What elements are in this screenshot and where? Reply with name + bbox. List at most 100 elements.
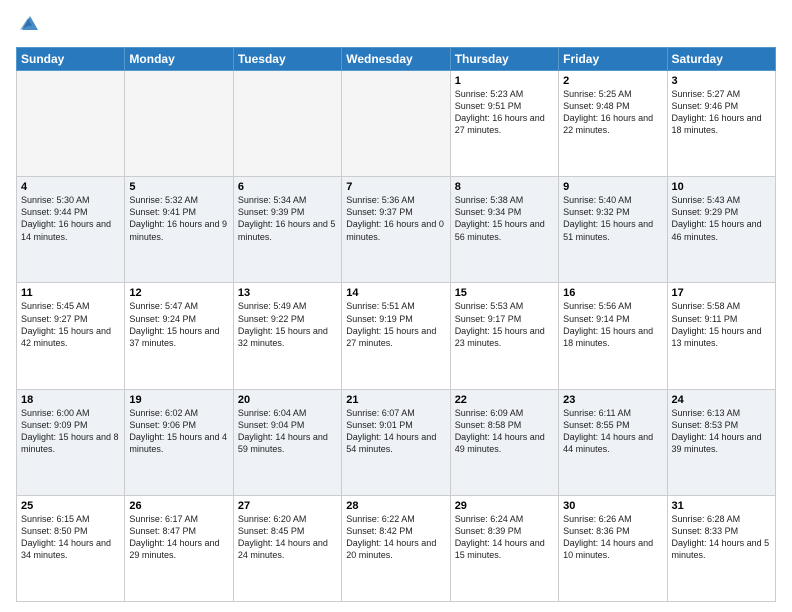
week-row-4: 18Sunrise: 6:00 AMSunset: 9:09 PMDayligh… xyxy=(17,389,776,495)
day-info: Sunrise: 5:53 AMSunset: 9:17 PMDaylight:… xyxy=(455,300,554,349)
day-info: Sunrise: 6:17 AMSunset: 8:47 PMDaylight:… xyxy=(129,513,228,562)
weekday-header-sunday: Sunday xyxy=(17,48,125,71)
day-info: Sunrise: 5:40 AMSunset: 9:32 PMDaylight:… xyxy=(563,194,662,243)
day-number: 13 xyxy=(238,287,337,299)
logo xyxy=(16,12,42,39)
day-info: Sunrise: 5:30 AMSunset: 9:44 PMDaylight:… xyxy=(21,194,120,243)
day-info: Sunrise: 6:13 AMSunset: 8:53 PMDaylight:… xyxy=(672,407,771,456)
day-cell-20: 20Sunrise: 6:04 AMSunset: 9:04 PMDayligh… xyxy=(233,389,341,495)
empty-cell xyxy=(17,71,125,177)
day-info: Sunrise: 6:26 AMSunset: 8:36 PMDaylight:… xyxy=(563,513,662,562)
day-number: 23 xyxy=(563,394,662,406)
day-info: Sunrise: 5:45 AMSunset: 9:27 PMDaylight:… xyxy=(21,300,120,349)
calendar-table: SundayMondayTuesdayWednesdayThursdayFrid… xyxy=(16,47,776,602)
day-number: 2 xyxy=(563,75,662,87)
day-cell-31: 31Sunrise: 6:28 AMSunset: 8:33 PMDayligh… xyxy=(667,495,775,601)
weekday-header-row: SundayMondayTuesdayWednesdayThursdayFrid… xyxy=(17,48,776,71)
day-number: 3 xyxy=(672,75,771,87)
day-cell-18: 18Sunrise: 6:00 AMSunset: 9:09 PMDayligh… xyxy=(17,389,125,495)
day-number: 19 xyxy=(129,394,228,406)
day-cell-3: 3Sunrise: 5:27 AMSunset: 9:46 PMDaylight… xyxy=(667,71,775,177)
day-cell-17: 17Sunrise: 5:58 AMSunset: 9:11 PMDayligh… xyxy=(667,283,775,389)
day-info: Sunrise: 6:11 AMSunset: 8:55 PMDaylight:… xyxy=(563,407,662,456)
day-cell-19: 19Sunrise: 6:02 AMSunset: 9:06 PMDayligh… xyxy=(125,389,233,495)
day-number: 26 xyxy=(129,500,228,512)
day-info: Sunrise: 6:09 AMSunset: 8:58 PMDaylight:… xyxy=(455,407,554,456)
day-info: Sunrise: 6:00 AMSunset: 9:09 PMDaylight:… xyxy=(21,407,120,456)
day-info: Sunrise: 5:32 AMSunset: 9:41 PMDaylight:… xyxy=(129,194,228,243)
day-number: 14 xyxy=(346,287,445,299)
day-cell-15: 15Sunrise: 5:53 AMSunset: 9:17 PMDayligh… xyxy=(450,283,558,389)
day-number: 4 xyxy=(21,181,120,193)
day-cell-30: 30Sunrise: 6:26 AMSunset: 8:36 PMDayligh… xyxy=(559,495,667,601)
day-info: Sunrise: 5:25 AMSunset: 9:48 PMDaylight:… xyxy=(563,88,662,137)
weekday-header-wednesday: Wednesday xyxy=(342,48,450,71)
day-number: 11 xyxy=(21,287,120,299)
day-number: 24 xyxy=(672,394,771,406)
weekday-header-friday: Friday xyxy=(559,48,667,71)
day-cell-26: 26Sunrise: 6:17 AMSunset: 8:47 PMDayligh… xyxy=(125,495,233,601)
day-number: 27 xyxy=(238,500,337,512)
day-cell-1: 1Sunrise: 5:23 AMSunset: 9:51 PMDaylight… xyxy=(450,71,558,177)
day-info: Sunrise: 6:24 AMSunset: 8:39 PMDaylight:… xyxy=(455,513,554,562)
day-cell-29: 29Sunrise: 6:24 AMSunset: 8:39 PMDayligh… xyxy=(450,495,558,601)
day-cell-7: 7Sunrise: 5:36 AMSunset: 9:37 PMDaylight… xyxy=(342,177,450,283)
weekday-header-monday: Monday xyxy=(125,48,233,71)
week-row-2: 4Sunrise: 5:30 AMSunset: 9:44 PMDaylight… xyxy=(17,177,776,283)
day-cell-21: 21Sunrise: 6:07 AMSunset: 9:01 PMDayligh… xyxy=(342,389,450,495)
day-cell-6: 6Sunrise: 5:34 AMSunset: 9:39 PMDaylight… xyxy=(233,177,341,283)
day-info: Sunrise: 5:47 AMSunset: 9:24 PMDaylight:… xyxy=(129,300,228,349)
day-number: 16 xyxy=(563,287,662,299)
week-row-3: 11Sunrise: 5:45 AMSunset: 9:27 PMDayligh… xyxy=(17,283,776,389)
page: SundayMondayTuesdayWednesdayThursdayFrid… xyxy=(0,0,792,612)
day-info: Sunrise: 5:23 AMSunset: 9:51 PMDaylight:… xyxy=(455,88,554,137)
day-cell-5: 5Sunrise: 5:32 AMSunset: 9:41 PMDaylight… xyxy=(125,177,233,283)
day-number: 28 xyxy=(346,500,445,512)
day-cell-23: 23Sunrise: 6:11 AMSunset: 8:55 PMDayligh… xyxy=(559,389,667,495)
day-number: 30 xyxy=(563,500,662,512)
day-info: Sunrise: 5:27 AMSunset: 9:46 PMDaylight:… xyxy=(672,88,771,137)
day-number: 1 xyxy=(455,75,554,87)
day-info: Sunrise: 6:22 AMSunset: 8:42 PMDaylight:… xyxy=(346,513,445,562)
day-info: Sunrise: 6:02 AMSunset: 9:06 PMDaylight:… xyxy=(129,407,228,456)
day-info: Sunrise: 6:04 AMSunset: 9:04 PMDaylight:… xyxy=(238,407,337,456)
day-number: 8 xyxy=(455,181,554,193)
empty-cell xyxy=(233,71,341,177)
week-row-1: 1Sunrise: 5:23 AMSunset: 9:51 PMDaylight… xyxy=(17,71,776,177)
day-cell-8: 8Sunrise: 5:38 AMSunset: 9:34 PMDaylight… xyxy=(450,177,558,283)
day-info: Sunrise: 5:38 AMSunset: 9:34 PMDaylight:… xyxy=(455,194,554,243)
header xyxy=(16,12,776,39)
day-number: 21 xyxy=(346,394,445,406)
day-info: Sunrise: 5:51 AMSunset: 9:19 PMDaylight:… xyxy=(346,300,445,349)
day-info: Sunrise: 5:56 AMSunset: 9:14 PMDaylight:… xyxy=(563,300,662,349)
day-number: 9 xyxy=(563,181,662,193)
weekday-header-thursday: Thursday xyxy=(450,48,558,71)
week-row-5: 25Sunrise: 6:15 AMSunset: 8:50 PMDayligh… xyxy=(17,495,776,601)
day-info: Sunrise: 6:15 AMSunset: 8:50 PMDaylight:… xyxy=(21,513,120,562)
day-cell-14: 14Sunrise: 5:51 AMSunset: 9:19 PMDayligh… xyxy=(342,283,450,389)
day-info: Sunrise: 5:49 AMSunset: 9:22 PMDaylight:… xyxy=(238,300,337,349)
day-number: 6 xyxy=(238,181,337,193)
day-number: 5 xyxy=(129,181,228,193)
day-number: 7 xyxy=(346,181,445,193)
day-info: Sunrise: 6:07 AMSunset: 9:01 PMDaylight:… xyxy=(346,407,445,456)
day-info: Sunrise: 5:58 AMSunset: 9:11 PMDaylight:… xyxy=(672,300,771,349)
day-number: 17 xyxy=(672,287,771,299)
day-info: Sunrise: 5:34 AMSunset: 9:39 PMDaylight:… xyxy=(238,194,337,243)
day-number: 20 xyxy=(238,394,337,406)
day-cell-10: 10Sunrise: 5:43 AMSunset: 9:29 PMDayligh… xyxy=(667,177,775,283)
day-cell-24: 24Sunrise: 6:13 AMSunset: 8:53 PMDayligh… xyxy=(667,389,775,495)
day-info: Sunrise: 5:43 AMSunset: 9:29 PMDaylight:… xyxy=(672,194,771,243)
logo-icon xyxy=(18,12,40,34)
empty-cell xyxy=(342,71,450,177)
day-cell-9: 9Sunrise: 5:40 AMSunset: 9:32 PMDaylight… xyxy=(559,177,667,283)
empty-cell xyxy=(125,71,233,177)
day-number: 12 xyxy=(129,287,228,299)
day-cell-16: 16Sunrise: 5:56 AMSunset: 9:14 PMDayligh… xyxy=(559,283,667,389)
day-info: Sunrise: 5:36 AMSunset: 9:37 PMDaylight:… xyxy=(346,194,445,243)
day-number: 18 xyxy=(21,394,120,406)
weekday-header-saturday: Saturday xyxy=(667,48,775,71)
day-cell-25: 25Sunrise: 6:15 AMSunset: 8:50 PMDayligh… xyxy=(17,495,125,601)
day-cell-12: 12Sunrise: 5:47 AMSunset: 9:24 PMDayligh… xyxy=(125,283,233,389)
day-cell-27: 27Sunrise: 6:20 AMSunset: 8:45 PMDayligh… xyxy=(233,495,341,601)
